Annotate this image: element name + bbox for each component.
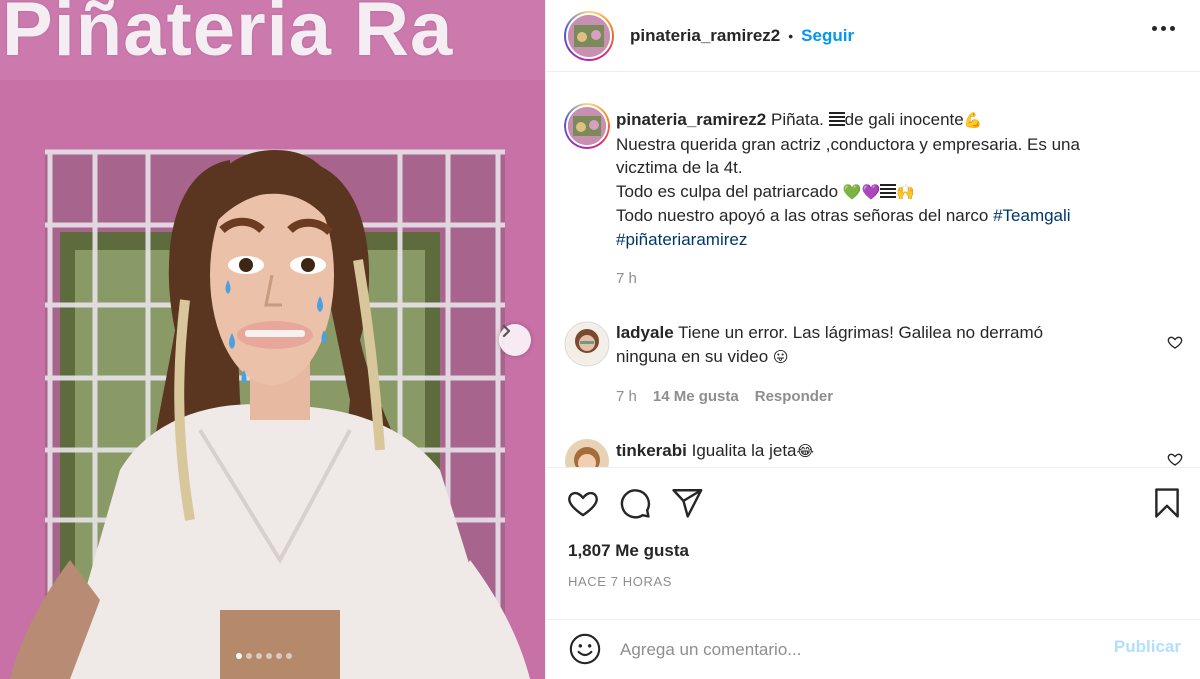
comment-username[interactable]: ladyale [616,323,674,342]
save-bookmark-icon[interactable] [1150,486,1184,525]
post-side-panel: pinateria_ramirez2 • Seguir pinateria_ra… [545,0,1200,679]
caption-time: 7 h [616,270,637,287]
redacted-block-icon [880,183,897,199]
follow-button[interactable]: Seguir [801,26,854,46]
carousel-dot [286,653,292,659]
caption-line1: Piñata. [770,110,829,129]
tongue-emoji: 😛 [772,347,789,366]
post-timestamp: HACE 7 HORAS [568,574,673,589]
comment-likes[interactable]: 14 Me gusta [653,388,739,405]
caption-line3: vicztima de la 4t. [616,158,743,177]
more-options-icon[interactable] [1152,26,1175,31]
laughing-emoji: 😂 [796,442,815,460]
commenter-avatar[interactable] [564,321,610,367]
hashtag-pinateriaramirez[interactable]: #piñateriaramirez [616,230,747,249]
caption-line4: Todo es culpa del patriarcado [616,181,843,201]
carousel-dot [266,653,272,659]
avatar-image [568,14,610,57]
comment-username[interactable]: tinkerabi [616,441,687,460]
add-comment-bar: Publicar [546,619,1200,679]
store-sign-text: Piñateria Ra [2,0,454,72]
comment-line1: Igualita la jeta [691,441,797,460]
comment-bubble-icon[interactable] [618,486,652,525]
comment-meta: 7 h 14 Me gusta Responder [616,388,833,405]
carousel-dot [256,653,262,659]
comment-line2: ninguna en su video [616,346,773,366]
hearts-emoji: 💚💜 [842,182,881,201]
comment-text: ladyale Tiene un error. Las lágrimas! Ga… [616,321,1156,369]
post-photo[interactable]: Piñateria Ra [0,0,545,679]
separator-dot: • [788,27,794,44]
emoji-picker-icon[interactable] [568,632,602,671]
caption-text: pinateria_ramirez2 Piñata. de gali inoce… [616,108,1156,251]
comment-time: 7 h [616,388,637,405]
carousel-indicator [236,653,292,659]
caption-line1b: de gali inocente [844,110,964,129]
like-heart-icon[interactable] [566,486,600,525]
likes-count[interactable]: 1,807 Me gusta [568,541,689,561]
post-header: pinateria_ramirez2 • Seguir [546,0,1200,72]
reply-button[interactable]: Responder [755,388,833,405]
comments-scroll-area[interactable]: pinateria_ramirez2 Piñata. de gali inoce… [546,73,1200,467]
comment-input[interactable] [620,634,1090,666]
caption-username[interactable]: pinateria_ramirez2 [616,110,766,129]
publish-button[interactable]: Publicar [1114,637,1181,657]
raising-hands-emoji: 🙌 [896,182,915,201]
flexed-biceps-emoji: 💪 [963,111,983,129]
comment-line1: Tiene un error. Las lágrimas! Galilea no… [678,323,1044,342]
caption-author-avatar[interactable] [564,103,610,149]
author-avatar[interactable] [564,10,614,61]
like-comment-heart-icon[interactable] [1167,334,1183,355]
like-comment-heart-icon[interactable] [1167,451,1183,467]
action-bar: 1,807 Me gusta HACE 7 HORAS [546,467,1200,619]
hashtag-teamgali[interactable]: #Teamgali [993,206,1071,225]
caption-line2: Nuestra querida gran actriz ,conductora … [616,134,1080,154]
carousel-dot [276,653,282,659]
pinata-photo-illustration [0,0,545,679]
caption-meta: 7 h [616,270,637,287]
comment-text: tinkerabi Igualita la jeta😂 [616,439,1156,464]
carousel-next-button[interactable] [499,324,531,356]
share-paper-plane-icon[interactable] [670,486,704,525]
carousel-dot [246,653,252,659]
commenter-avatar[interactable] [564,438,610,467]
carousel-dot-active [236,653,242,659]
author-username[interactable]: pinateria_ramirez2 [630,26,780,46]
caption-line5: Todo nuestro apoyó a las otras señoras d… [616,206,994,225]
redacted-block-icon [828,112,845,127]
